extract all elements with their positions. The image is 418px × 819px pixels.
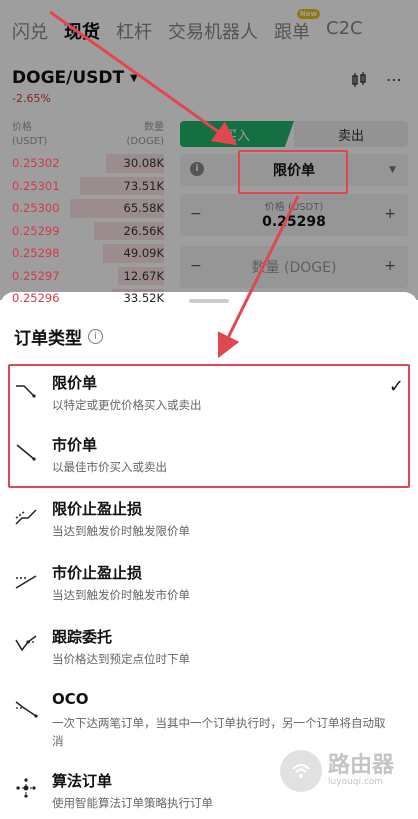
ask-price: 0.25296	[12, 291, 60, 306]
option-stop-market[interactable]: 市价止盈止损 当达到触发价时触发市价单	[0, 552, 418, 614]
option-name: 市价止盈止损	[52, 564, 143, 582]
options-highlight	[8, 364, 410, 488]
option-name: 算法订单	[52, 772, 113, 790]
ask-price: 0.25298	[12, 246, 60, 261]
option-name: 跟踪委托	[52, 628, 113, 646]
option-oco[interactable]: OCO 一次下达两笔订单，当其中一个订单执行时，另一个订单将自动取消	[0, 680, 418, 754]
oco-icon	[15, 701, 38, 718]
option-stop-limit[interactable]: 限价止盈止损 当达到触发价时触发限价单	[0, 488, 418, 550]
option-desc: 使用智能算法订单策略执行订单	[52, 796, 213, 810]
ask-price: 0.25300	[12, 201, 60, 216]
ask-qty: 33.52K	[123, 291, 164, 306]
sheet-drag-handle[interactable]	[189, 299, 229, 303]
watermark-sub: luyouqi.com	[328, 777, 384, 787]
watermark-title: 路由器	[328, 753, 395, 778]
ask-qty: 12.67K	[123, 268, 164, 283]
ask-qty: 26.56K	[123, 223, 164, 238]
trailing-order-icon	[15, 635, 37, 652]
option-desc: 当达到触发价时触发限价单	[52, 524, 190, 538]
order-type-sheet: 订单类型 i 限价单 以特定或更优价格买入或卖出 ✓ 市价单 以最佳市价买入或卖…	[0, 292, 418, 819]
ask-qty: 65.58K	[123, 201, 164, 216]
ask-price: 0.25297	[12, 268, 60, 283]
order-type-highlight	[238, 150, 348, 194]
stop-limit-icon	[15, 509, 37, 525]
option-name: OCO	[52, 690, 89, 708]
option-name: 限价止盈止损	[52, 500, 143, 518]
ask-qty: 30.08K	[123, 156, 164, 171]
stop-market-icon	[15, 575, 37, 589]
sheet-title: 订单类型 i	[14, 324, 103, 349]
option-desc: 当价格达到预定点位时下单	[52, 652, 190, 666]
ask-price: 0.25302	[12, 156, 60, 171]
algo-order-icon	[16, 778, 36, 798]
watermark: 路由器 luyouqi.com	[280, 750, 394, 792]
ask-price: 0.25299	[12, 223, 60, 238]
option-desc: 当达到触发价时触发市价单	[52, 588, 190, 602]
option-desc: 一次下达两笔订单，当其中一个订单执行时，另一个订单将自动取消	[52, 716, 386, 748]
option-trailing[interactable]: 跟踪委托 当价格达到预定点位时下单	[0, 616, 418, 678]
ask-price: 0.25301	[12, 178, 60, 193]
ask-qty: 49.09K	[123, 246, 164, 261]
ask-qty: 73.51K	[123, 178, 164, 193]
dim-overlay[interactable]	[0, 0, 418, 300]
router-logo-icon	[280, 750, 322, 792]
sheet-title-text: 订单类型	[14, 329, 82, 349]
info-icon[interactable]: i	[88, 329, 103, 344]
